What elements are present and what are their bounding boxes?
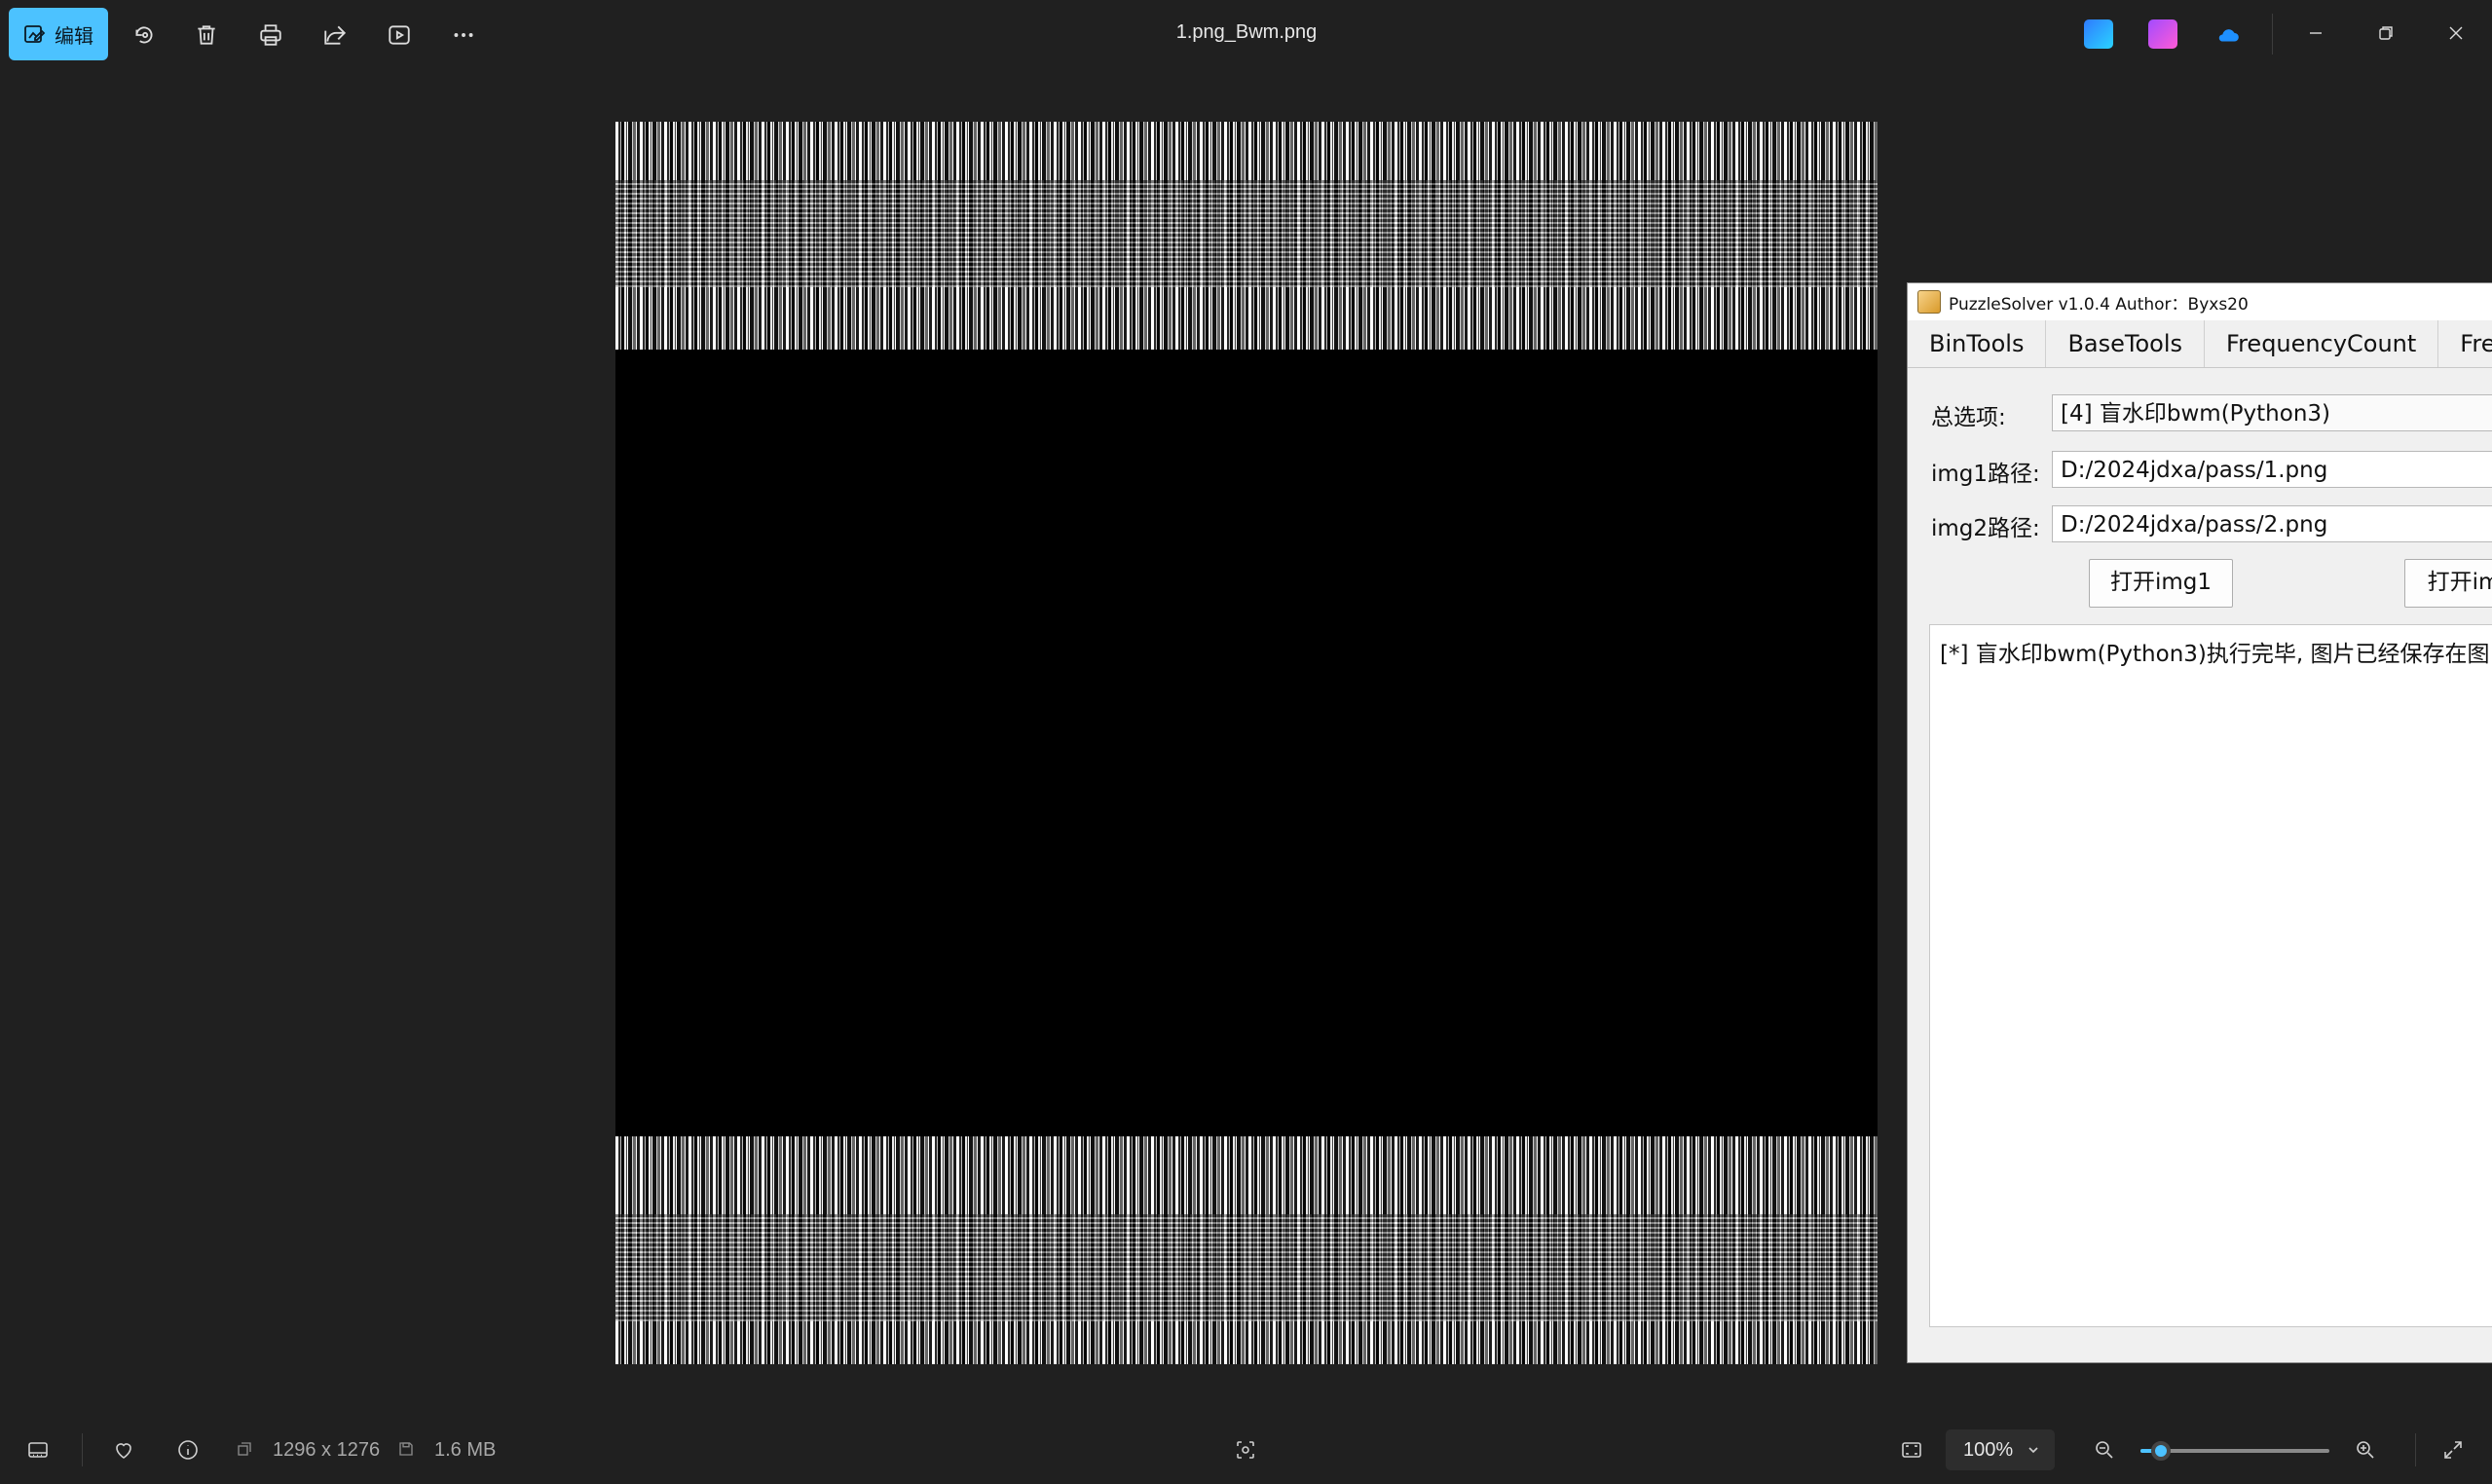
- tab-fre[interactable]: Fre: [2438, 320, 2492, 367]
- more-icon: [454, 33, 473, 37]
- minimize-icon: [2310, 32, 2322, 34]
- zoom-out-icon: [2096, 1441, 2113, 1459]
- info-icon: [178, 1440, 198, 1460]
- img1-path-label: img1路径:: [1931, 462, 2040, 487]
- tab-bintools[interactable]: BinTools: [1908, 320, 2047, 367]
- img2-path-input[interactable]: D:/2024jdxa/pass/2.png: [2052, 505, 2492, 542]
- open-img2-button[interactable]: 打开im: [2404, 559, 2492, 608]
- minimize-button[interactable]: [2292, 14, 2339, 53]
- tab-basetools[interactable]: BaseTools: [2046, 320, 2206, 367]
- option-label: 总选项:: [1931, 405, 2006, 430]
- file-title: 1.png_Bwm.png: [1175, 21, 1318, 43]
- status-bar: 1296 x 1276 1.6 MB 100%: [0, 1414, 2492, 1484]
- file-size: 1.6 MB: [434, 1439, 497, 1461]
- visual-search-icon: [1237, 1441, 1254, 1459]
- watermark-noise-top: [615, 122, 1878, 350]
- favorite-button[interactable]: [107, 1433, 140, 1466]
- print-icon: [260, 24, 281, 46]
- puzzlesolver-tabs: BinTools BaseTools FrequencyCount Fre: [1908, 320, 2492, 368]
- image-dimensions: 1296 x 1276: [273, 1439, 381, 1461]
- visual-search-button[interactable]: [1229, 1433, 1262, 1466]
- file-size-icon: [399, 1442, 413, 1456]
- filmstrip-icon: [28, 1442, 48, 1458]
- zoom-out-button[interactable]: [2088, 1433, 2121, 1466]
- restore-button[interactable]: [2362, 14, 2409, 53]
- puzzlesolver-app-icon: [1917, 290, 1941, 314]
- edit-image-icon: [24, 25, 46, 43]
- restore-icon: [2379, 26, 2393, 40]
- edit-button-label: 编辑: [55, 25, 93, 48]
- heart-icon: [116, 1443, 131, 1459]
- rotate-icon: [135, 26, 153, 44]
- trash-icon: [198, 25, 215, 45]
- zoom-level-dropdown[interactable]: 100%: [1946, 1429, 2055, 1470]
- cloud-icon: [2218, 29, 2239, 42]
- open-img1-button[interactable]: 打开img1: [2089, 559, 2233, 608]
- tab-frequencycount[interactable]: FrequencyCount: [2205, 320, 2439, 367]
- rotate-button[interactable]: [125, 16, 164, 55]
- dimensions-icon: [238, 1442, 251, 1456]
- chevron-down-icon: [2028, 1447, 2038, 1454]
- toolbar-divider: [2272, 14, 2273, 55]
- close-button[interactable]: [2433, 14, 2479, 53]
- img2-path-label: img2路径:: [1931, 516, 2040, 541]
- fit-to-window-button[interactable]: [1895, 1433, 1928, 1466]
- img1-path-input[interactable]: D:/2024jdxa/pass/1.png: [2052, 451, 2492, 488]
- designer-app-icon[interactable]: [2084, 19, 2113, 49]
- zoom-slider-thumb[interactable]: [2151, 1441, 2172, 1461]
- status-divider-right: [2415, 1433, 2416, 1466]
- close-icon: [2449, 26, 2463, 40]
- onedrive-button[interactable]: [2209, 16, 2248, 55]
- share-button[interactable]: [316, 16, 354, 55]
- print-button[interactable]: [251, 16, 290, 55]
- top-toolbar: 编辑 1.png_Bwm.png: [0, 0, 2492, 70]
- slideshow-button[interactable]: [380, 16, 419, 55]
- slideshow-icon: [389, 25, 410, 45]
- zoom-level-value: 100%: [1963, 1438, 2014, 1461]
- puzzlesolver-window: PuzzleSolver v1.0.4 Author：Byxs20 BinToo…: [1907, 282, 2492, 1363]
- fit-window-icon: [1902, 1442, 1921, 1458]
- edit-button[interactable]: 编辑: [9, 8, 108, 60]
- zoom-slider[interactable]: [2140, 1441, 2329, 1461]
- delete-button[interactable]: [187, 16, 226, 55]
- file-info-button[interactable]: [171, 1433, 205, 1466]
- zoom-in-button[interactable]: [2349, 1433, 2382, 1466]
- watermark-noise-bottom: [615, 1136, 1878, 1364]
- share-icon: [324, 25, 347, 45]
- status-divider: [82, 1433, 83, 1466]
- expand-icon: [2444, 1441, 2462, 1459]
- option-select[interactable]: [4] 盲水印bwm(Python3): [2052, 394, 2492, 431]
- zoom-in-icon: [2357, 1441, 2374, 1459]
- filmstrip-button[interactable]: [21, 1433, 55, 1466]
- output-log[interactable]: [*] 盲水印bwm(Python3)执行完毕, 图片已经保存在图: [1929, 624, 2492, 1327]
- more-options-button[interactable]: [444, 16, 483, 55]
- full-screen-button[interactable]: [2436, 1433, 2470, 1466]
- displayed-image[interactable]: [615, 122, 1878, 1364]
- puzzlesolver-titlebar[interactable]: PuzzleSolver v1.0.4 Author：Byxs20: [1908, 283, 2492, 320]
- clipchamp-app-icon[interactable]: [2148, 19, 2177, 49]
- puzzlesolver-title: PuzzleSolver v1.0.4 Author：Byxs20: [1949, 294, 2249, 315]
